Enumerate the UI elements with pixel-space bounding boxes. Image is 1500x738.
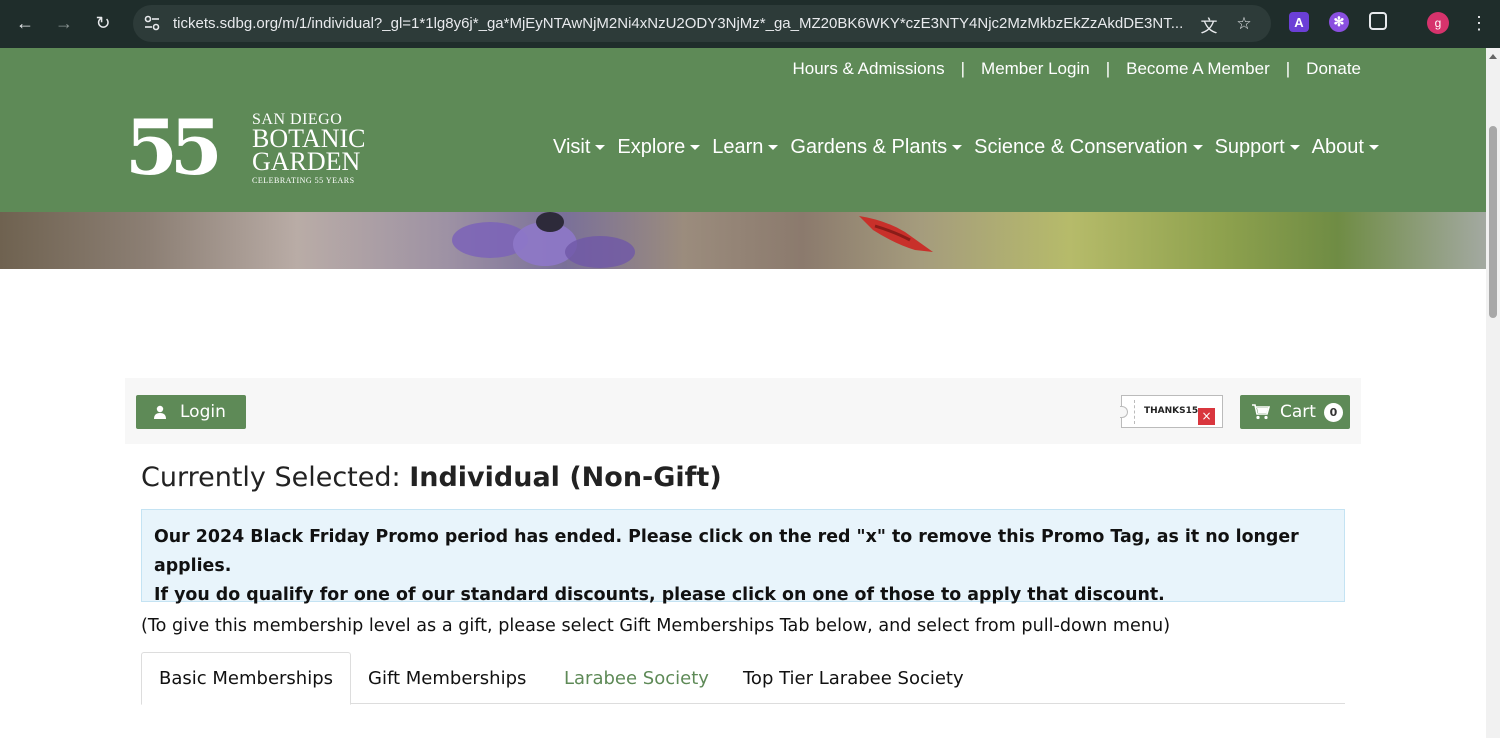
- caret-down-icon: [595, 145, 606, 150]
- caret-down-icon: [1368, 145, 1379, 150]
- site-info-icon[interactable]: [143, 14, 161, 32]
- extension-a-icon[interactable]: A: [1289, 12, 1309, 32]
- become-member-link[interactable]: Become A Member: [1126, 59, 1270, 79]
- hours-admissions-link[interactable]: Hours & Admissions: [792, 59, 944, 79]
- nav-item-gardens-plants[interactable]: Gardens & Plants: [790, 136, 963, 159]
- promo-code: THANKS15: [1144, 406, 1199, 416]
- site-header: Hours & Admissions | Member Login | Beco…: [0, 48, 1486, 212]
- site-logo[interactable]: 55 SAN DIEGO BOTANIC GARDEN CELEBRATING …: [125, 110, 375, 190]
- membership-tabs: Basic Memberships Gift Memberships Larab…: [141, 652, 1345, 705]
- promo-ended-alert: Our 2024 Black Friday Promo period has e…: [141, 509, 1345, 605]
- caret-down-icon: [1289, 145, 1300, 150]
- tab-gift-memberships[interactable]: Gift Memberships: [351, 652, 543, 704]
- scrollbar-thumb[interactable]: [1489, 126, 1497, 318]
- extensions-puzzle-icon[interactable]: [1369, 12, 1387, 30]
- nav-label: Science & Conservation: [974, 136, 1188, 158]
- nav-label: Gardens & Plants: [790, 136, 948, 158]
- cart-label: Cart: [1280, 402, 1316, 422]
- logo-wordmark: SAN DIEGO BOTANIC GARDEN CELEBRATING 55 …: [252, 112, 365, 186]
- ticket-toolbar: Login THANKS15 × Cart 0: [125, 378, 1361, 444]
- back-icon[interactable]: ←: [13, 11, 37, 35]
- remove-promo-button[interactable]: ×: [1198, 408, 1215, 425]
- cart-count-badge: 0: [1323, 402, 1343, 422]
- browser-menu-icon[interactable]: ⋮: [1470, 12, 1488, 34]
- nav-item-about[interactable]: About: [1312, 136, 1379, 159]
- address-bar[interactable]: tickets.sdbg.org/m/1/individual?_gl=1*1l…: [133, 5, 1271, 42]
- promo-tag: THANKS15 ×: [1120, 395, 1223, 428]
- caret-down-icon: [768, 145, 779, 150]
- cart-button[interactable]: Cart 0: [1240, 395, 1350, 429]
- url-text[interactable]: tickets.sdbg.org/m/1/individual?_gl=1*1l…: [173, 15, 1183, 32]
- nav-item-learn[interactable]: Learn: [712, 136, 779, 159]
- caret-down-icon: [690, 145, 701, 150]
- caret-down-icon: [952, 145, 963, 150]
- nav-item-visit[interactable]: Visit: [553, 136, 606, 159]
- page-scrollbar[interactable]: [1486, 48, 1500, 738]
- extension-swirl-icon[interactable]: ✻: [1329, 12, 1349, 32]
- tab-top-tier-larabee-society[interactable]: Top Tier Larabee Society: [726, 652, 981, 704]
- flower-image: [452, 212, 635, 268]
- nav-separator: |: [960, 59, 966, 78]
- tab-larabee-society[interactable]: Larabee Society: [547, 652, 726, 704]
- currently-selected-heading: Currently Selected: Individual (Non-Gift…: [141, 462, 722, 493]
- login-label: Login: [180, 402, 226, 422]
- logo-line-3: GARDEN: [252, 147, 361, 176]
- shopping-cart-icon: [1252, 404, 1270, 420]
- reload-icon[interactable]: ↻: [91, 11, 115, 35]
- user-icon: [154, 405, 166, 419]
- nav-label: About: [1311, 136, 1364, 158]
- logo-number: 55: [125, 103, 223, 192]
- nav-item-science-conservation[interactable]: Science & Conservation: [974, 136, 1203, 159]
- bookmark-star-icon[interactable]: ☆: [1234, 14, 1254, 34]
- donate-link[interactable]: Donate: [1306, 59, 1361, 79]
- gift-instructions: (To give this membership level as a gift…: [141, 616, 1171, 636]
- caret-down-icon: [1192, 145, 1203, 150]
- logo-tagline: CELEBRATING 55 YEARS: [252, 176, 355, 185]
- nav-separator: |: [1285, 59, 1291, 78]
- ticket-notch: [1120, 406, 1128, 418]
- hero-banner-image: [0, 212, 1486, 269]
- nav-label: Visit: [553, 136, 591, 158]
- main-nav: Visit Explore Learn Gardens & Plants Sci…: [553, 136, 1391, 159]
- translate-icon[interactable]: 文: [1199, 14, 1219, 36]
- nav-item-explore[interactable]: Explore: [617, 136, 701, 159]
- scroll-up-icon[interactable]: [1489, 54, 1497, 59]
- login-button[interactable]: Login: [136, 395, 246, 429]
- nav-separator: |: [1105, 59, 1111, 78]
- alert-line-1: Our 2024 Black Friday Promo period has e…: [154, 527, 1299, 576]
- member-login-link[interactable]: Member Login: [981, 59, 1090, 79]
- alert-line-2: If you do qualify for one of our standar…: [154, 585, 1165, 605]
- profile-avatar[interactable]: g: [1427, 12, 1449, 34]
- tab-basic-memberships[interactable]: Basic Memberships: [141, 652, 352, 705]
- selected-value: Individual (Non-Gift): [409, 462, 722, 493]
- selected-prefix: Currently Selected:: [141, 462, 410, 493]
- forward-icon[interactable]: →: [52, 11, 76, 35]
- ticket-perforation: [1134, 400, 1135, 424]
- nav-label: Support: [1214, 136, 1285, 158]
- nav-label: Learn: [712, 136, 764, 158]
- hummingbird-image: [859, 216, 933, 252]
- browser-toolbar: ← → ↻ tickets.sdbg.org/m/1/individual?_g…: [0, 0, 1500, 48]
- utility-nav: Hours & Admissions | Member Login | Beco…: [792, 59, 1361, 79]
- nav-item-support[interactable]: Support: [1215, 136, 1300, 159]
- nav-label: Explore: [617, 136, 686, 158]
